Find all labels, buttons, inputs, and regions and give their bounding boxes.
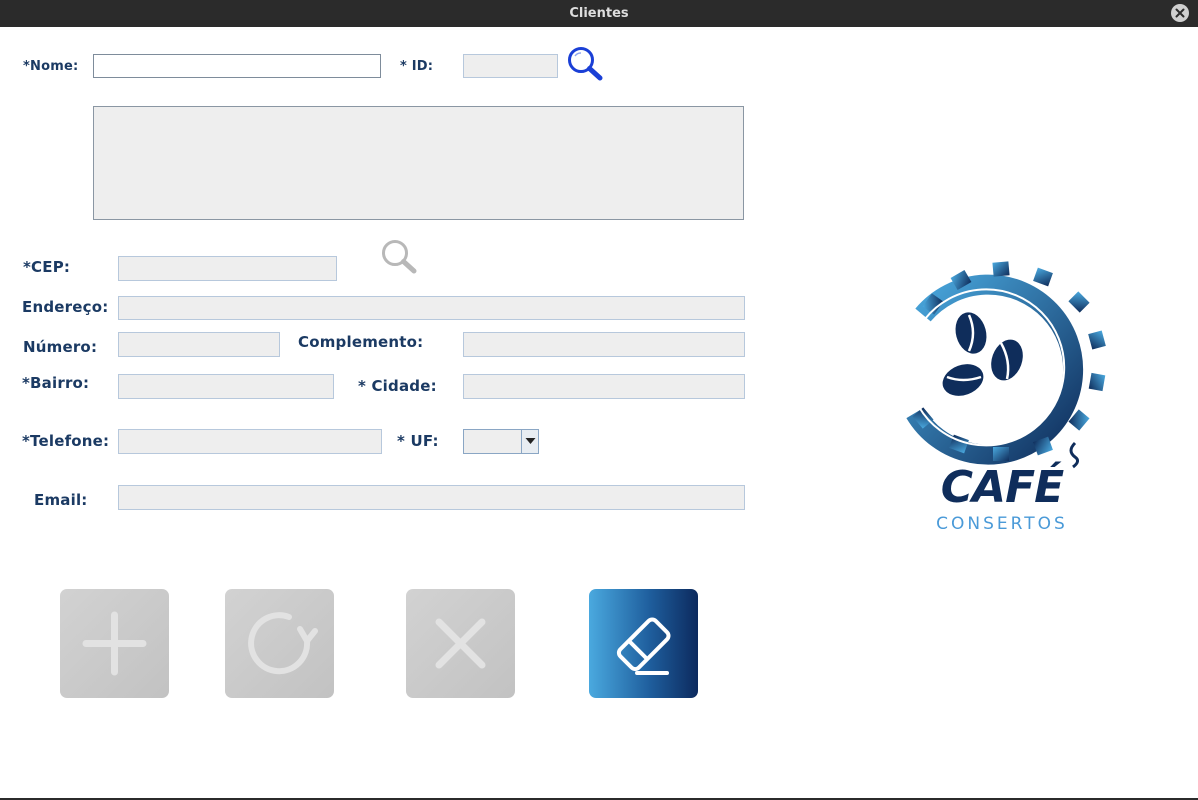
cep-label: *CEP: <box>23 258 71 276</box>
window-title: Clientes <box>569 6 629 21</box>
telefone-input[interactable] <box>118 429 382 454</box>
nome-input[interactable] <box>93 54 381 78</box>
endereco-label: Endereço: <box>22 298 109 316</box>
eraser-icon <box>616 617 671 675</box>
client-results-area[interactable] <box>93 106 744 220</box>
logo-subtitle: CONSERTOS <box>936 514 1068 534</box>
add-button[interactable] <box>60 589 169 698</box>
delete-button[interactable] <box>406 589 515 698</box>
numero-label: Número: <box>23 338 98 356</box>
id-label: * ID: <box>400 59 434 74</box>
complemento-input[interactable] <box>463 332 745 357</box>
numero-input[interactable] <box>118 332 280 357</box>
uf-select[interactable] <box>463 429 539 454</box>
cidade-label: * Cidade: <box>358 377 437 395</box>
uf-label: * UF: <box>397 432 439 450</box>
uf-dropdown-button[interactable] <box>521 430 538 453</box>
clear-button[interactable] <box>589 589 698 698</box>
complemento-label: Complemento: <box>298 333 424 351</box>
search-cep-icon[interactable] <box>379 238 419 276</box>
title-bar: Clientes <box>0 0 1198 27</box>
email-label: Email: <box>34 491 88 509</box>
logo-text: CAFÉ CONSERTOS <box>902 462 1102 534</box>
email-input[interactable] <box>118 485 745 510</box>
refresh-icon <box>248 612 318 675</box>
bairro-label: *Bairro: <box>22 374 90 392</box>
update-button[interactable] <box>225 589 334 698</box>
telefone-label: *Telefone: <box>22 432 110 450</box>
bairro-input[interactable] <box>118 374 334 399</box>
window-close-button[interactable] <box>1171 4 1189 22</box>
cidade-input[interactable] <box>463 374 745 399</box>
endereco-input[interactable] <box>118 296 745 320</box>
plus-icon <box>82 611 147 676</box>
nome-label: *Nome: <box>23 59 79 74</box>
close-icon <box>1175 8 1185 18</box>
chevron-down-icon <box>525 438 536 444</box>
id-input[interactable] <box>463 54 558 78</box>
logo-title: CAFÉ <box>940 462 1064 513</box>
search-client-icon[interactable] <box>565 45 605 83</box>
cep-input[interactable] <box>118 256 337 281</box>
close-icon <box>435 618 486 669</box>
